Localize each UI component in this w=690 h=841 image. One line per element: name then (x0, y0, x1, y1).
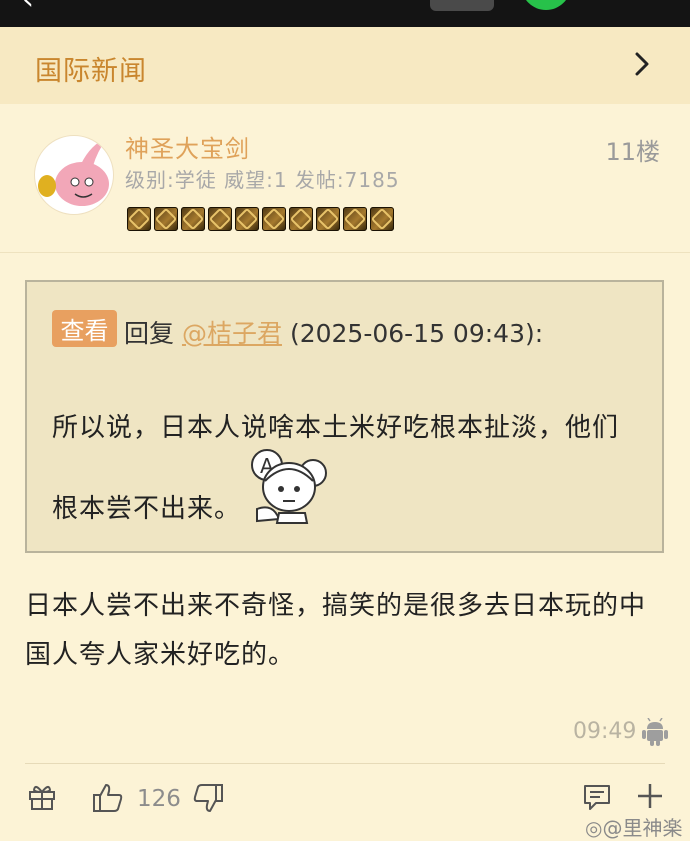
avatar[interactable] (34, 135, 114, 215)
section-title: 国际新闻 (35, 56, 147, 87)
medal-icon (181, 207, 205, 231)
sticker-image: A (251, 449, 327, 524)
medal-icon (289, 207, 313, 231)
medal-icon (154, 207, 178, 231)
gift-icon[interactable] (27, 781, 57, 811)
watermark: ◎@里神楽 (585, 812, 682, 841)
post-time: 09:49 (573, 719, 637, 744)
status-pill (430, 0, 494, 11)
medal-icon (208, 207, 232, 231)
weibo-icon: ◎ (585, 816, 603, 840)
reply-prefix: 回复 (124, 319, 175, 348)
medal-icon (127, 207, 151, 231)
badge-row (127, 207, 394, 231)
watermark-text: @里神楽 (602, 816, 683, 840)
username[interactable]: 神圣大宝剑 (125, 129, 250, 164)
divider (0, 252, 690, 253)
reply-line: 回复 @桔子君 (2025-06-15 09:43): (124, 314, 543, 350)
plus-icon[interactable] (636, 782, 664, 810)
chevron-right-icon[interactable] (627, 49, 657, 79)
medal-icon (316, 207, 340, 231)
divider (25, 763, 665, 764)
thumbs-up-icon[interactable] (92, 782, 124, 814)
mention-link[interactable]: @桔子君 (182, 319, 282, 348)
forum-section-header[interactable]: 国际新闻 (0, 27, 690, 105)
status-indicator (521, 0, 571, 10)
view-quote-button[interactable]: 查看 (52, 310, 117, 347)
floor-number: 11楼 (605, 138, 660, 166)
quote-text-line: 所以说，日本人说啥本土米好吃根本扯淡，他们 (52, 413, 620, 443)
post-body-line: 日本人尝不出来不奇怪，搞笑的是很多去日本玩的中 (25, 591, 647, 621)
medal-icon (370, 207, 394, 231)
quote-timestamp: (2025-06-15 09:43): (289, 319, 544, 348)
medal-icon (343, 207, 367, 231)
medal-icon (235, 207, 259, 231)
post-body-line: 国人夸人家米好吃的。 (25, 640, 296, 670)
medal-icon (262, 207, 286, 231)
status-bar: ‹ (0, 0, 690, 27)
quote-text-line: 根本尝不出来。 (52, 494, 242, 524)
back-icon[interactable]: ‹ (22, 0, 34, 17)
like-count: 126 (137, 786, 181, 812)
android-icon (642, 718, 668, 746)
user-meta: 级别:学徒 威望:1 发帖:7185 (125, 168, 400, 192)
thumbs-down-icon[interactable] (192, 782, 224, 814)
comment-icon[interactable] (582, 782, 612, 812)
